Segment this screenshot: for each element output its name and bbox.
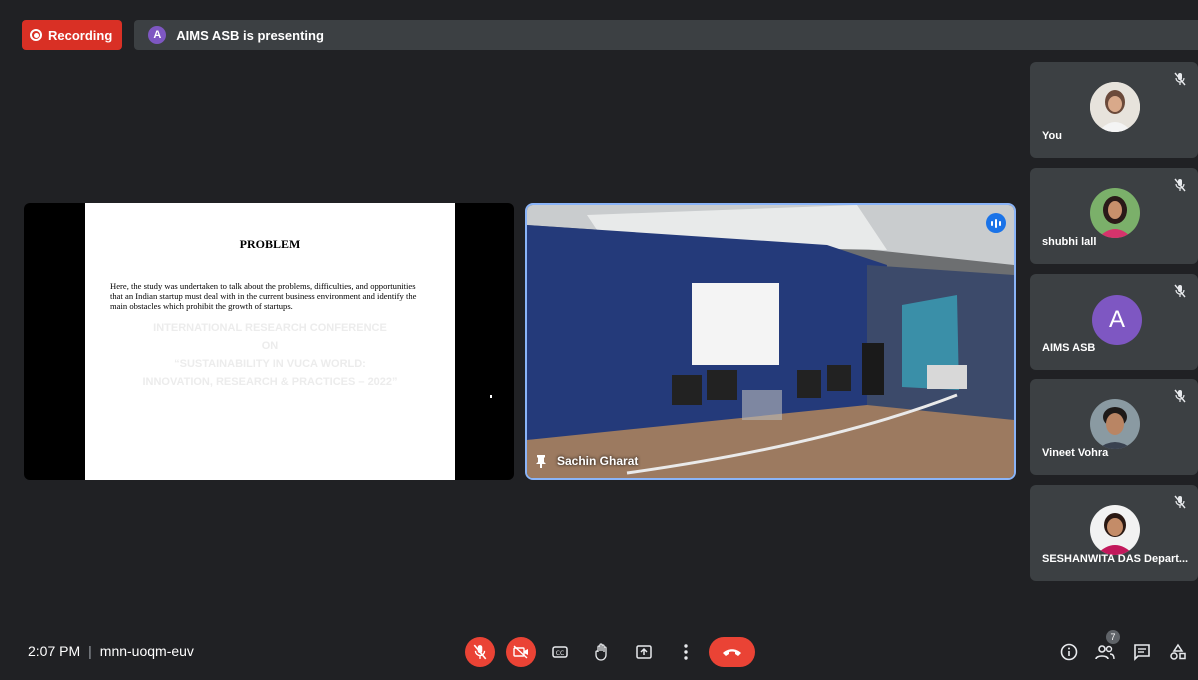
presenter-avatar: A bbox=[148, 26, 167, 44]
meeting-details-button[interactable] bbox=[1057, 640, 1081, 664]
speaker-label: Sachin Gharat bbox=[535, 454, 638, 468]
hang-up-icon bbox=[723, 649, 741, 656]
chat-icon bbox=[1134, 644, 1150, 661]
presentation-text: AIMS ASB is presenting bbox=[176, 27, 324, 43]
leave-call-button[interactable] bbox=[709, 637, 755, 667]
meeting-time: 2:07 PM bbox=[28, 643, 81, 659]
activities-icon bbox=[1170, 643, 1186, 660]
participant-tile-shubhi-lall[interactable]: shubhi lall bbox=[1030, 168, 1198, 264]
participant-tile-vineet-vohra[interactable]: Vineet Vohra bbox=[1030, 379, 1198, 475]
captions-icon: CC bbox=[552, 646, 568, 658]
participant-tile-seshanwita-das[interactable]: SESHANWITA DAS Depart... bbox=[1030, 485, 1198, 581]
watermark-line: “SUSTAINABILITY IN VUCA WORLD: bbox=[174, 358, 366, 370]
people-button[interactable] bbox=[1093, 640, 1117, 664]
activities-button[interactable] bbox=[1166, 640, 1190, 664]
raise-hand-button[interactable] bbox=[590, 637, 614, 667]
speaking-indicator-icon bbox=[986, 213, 1006, 233]
active-speaker-tile[interactable]: Sachin Gharat bbox=[525, 203, 1016, 480]
avatar bbox=[1090, 188, 1140, 238]
mouse-cursor bbox=[490, 395, 492, 398]
meeting-code: mnn-uoqm-euv bbox=[99, 643, 194, 659]
people-icon bbox=[1095, 645, 1115, 660]
hand-icon bbox=[595, 643, 607, 661]
participant-tile-you[interactable]: You bbox=[1030, 62, 1198, 158]
svg-text:CC: CC bbox=[556, 650, 564, 657]
top-bar: Recording A AIMS ASB is presenting bbox=[22, 20, 1198, 50]
participant-name: You bbox=[1042, 130, 1062, 142]
participant-tile-aims-asb[interactable]: A AIMS ASB bbox=[1030, 274, 1198, 370]
present-icon bbox=[636, 645, 652, 659]
recording-icon bbox=[30, 29, 42, 41]
presentation-banner: A AIMS ASB is presenting bbox=[134, 20, 1198, 50]
mic-off-icon bbox=[473, 644, 487, 660]
avatar bbox=[1090, 399, 1140, 449]
info-icon bbox=[1060, 643, 1078, 661]
captions-button[interactable]: CC bbox=[548, 637, 572, 667]
mic-off-icon bbox=[1174, 389, 1186, 403]
participant-name: Vineet Vohra bbox=[1042, 447, 1109, 459]
slide-body: Here, the study was undertaken to talk a… bbox=[110, 281, 417, 311]
mic-off-icon bbox=[1174, 284, 1186, 298]
camera-off-icon bbox=[513, 645, 528, 659]
more-options-button[interactable] bbox=[674, 637, 698, 667]
watermark-line: INNOVATION, RESEARCH & PRACTICES – 2022” bbox=[142, 376, 398, 388]
participant-name: AIMS ASB bbox=[1042, 342, 1096, 354]
presentation-slide: PROBLEM INTERNATIONAL RESEARCH CONFERENC… bbox=[85, 203, 455, 480]
separator: | bbox=[88, 643, 92, 659]
watermark-line: ON bbox=[261, 340, 279, 352]
mic-off-icon bbox=[1174, 178, 1186, 192]
slide-watermark: INTERNATIONAL RESEARCH CONFERENCE ON “SU… bbox=[85, 319, 455, 391]
chat-button[interactable] bbox=[1130, 640, 1154, 664]
mic-off-icon bbox=[1174, 495, 1186, 509]
mic-off-icon bbox=[1174, 72, 1186, 86]
slide-title: PROBLEM bbox=[239, 237, 301, 251]
watermark-line: INTERNATIONAL RESEARCH CONFERENCE bbox=[153, 322, 387, 334]
participant-name: SESHANWITA DAS Depart... bbox=[1042, 553, 1189, 565]
more-vert-icon bbox=[684, 644, 688, 660]
presentation-tile[interactable]: PROBLEM INTERNATIONAL RESEARCH CONFERENC… bbox=[24, 203, 514, 480]
stage-video-frame bbox=[527, 205, 1014, 478]
avatar: A bbox=[1092, 295, 1142, 345]
participant-name: shubhi lall bbox=[1042, 236, 1097, 248]
speaker-name: Sachin Gharat bbox=[557, 454, 639, 468]
present-now-button[interactable] bbox=[632, 637, 656, 667]
mic-toggle-button[interactable] bbox=[465, 637, 495, 667]
avatar bbox=[1090, 82, 1140, 132]
pin-icon[interactable] bbox=[535, 454, 547, 468]
meeting-info: 2:07 PM | mnn-uoqm-euv bbox=[28, 643, 194, 659]
camera-toggle-button[interactable] bbox=[506, 637, 536, 667]
recording-badge: Recording bbox=[22, 20, 123, 50]
recording-label: Recording bbox=[48, 27, 113, 43]
avatar bbox=[1090, 505, 1140, 555]
